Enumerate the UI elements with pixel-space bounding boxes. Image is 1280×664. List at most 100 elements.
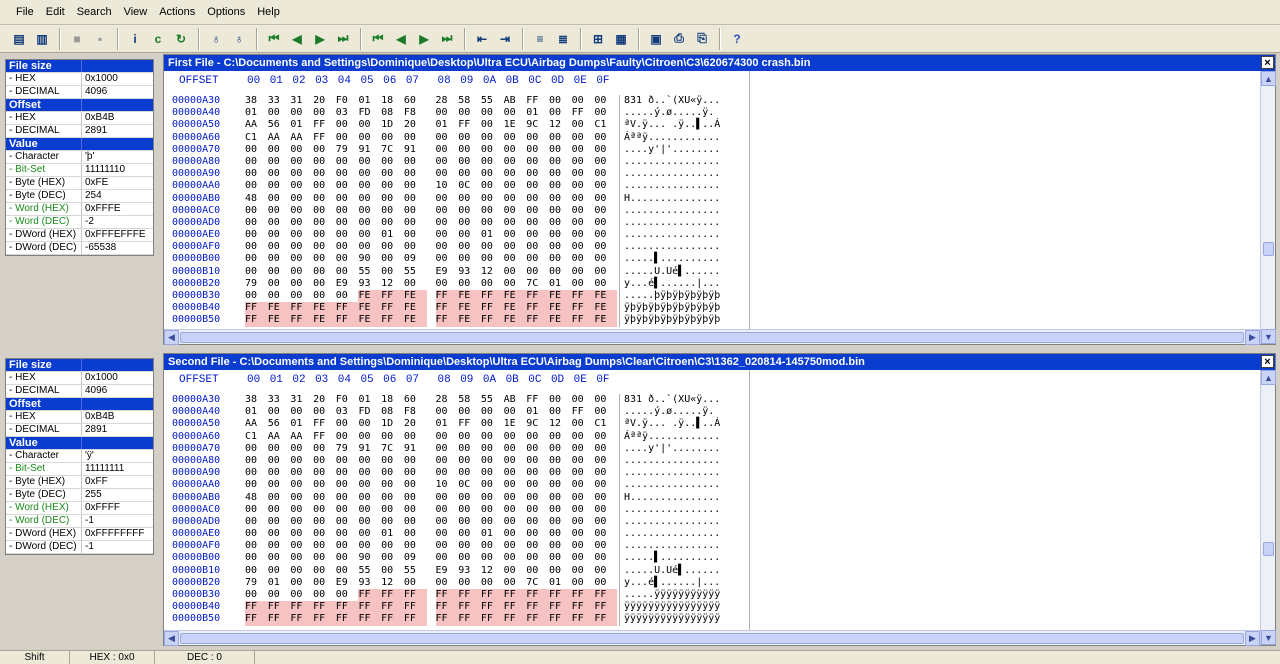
byte-cell-different[interactable]: FF: [548, 613, 572, 626]
byte-cell[interactable]: 00: [504, 492, 527, 504]
byte-cell[interactable]: 79: [245, 278, 268, 290]
open-file-icon[interactable]: ▤: [8, 28, 30, 50]
byte-cell[interactable]: 00: [549, 394, 572, 406]
byte-cell[interactable]: 10: [436, 479, 459, 491]
byte-cell[interactable]: 00: [549, 552, 572, 564]
byte-cell[interactable]: FD: [358, 406, 381, 418]
byte-cell[interactable]: 00: [436, 552, 459, 564]
byte-cell[interactable]: C1: [594, 119, 617, 131]
byte-cell[interactable]: 00: [313, 241, 336, 253]
byte-cell[interactable]: 00: [336, 193, 359, 205]
byte-cell-different[interactable]: FF: [571, 589, 595, 602]
byte-cell[interactable]: 00: [481, 168, 504, 180]
byte-cell[interactable]: FD: [358, 107, 381, 119]
byte-cell[interactable]: 00: [290, 144, 313, 156]
byte-cell[interactable]: 00: [572, 144, 595, 156]
byte-cell[interactable]: 00: [594, 229, 617, 241]
byte-cell[interactable]: FF: [313, 119, 336, 131]
byte-cell-different[interactable]: FF: [403, 601, 427, 614]
byte-cell[interactable]: 00: [336, 132, 359, 144]
byte-cell-different[interactable]: FF: [526, 613, 549, 626]
ascii-row[interactable]: ªV.ÿ... .ÿ..▌..Á: [624, 418, 750, 430]
byte-cell[interactable]: 00: [358, 455, 381, 467]
byte-cell[interactable]: AB: [504, 95, 527, 107]
byte-cell[interactable]: 00: [290, 406, 313, 418]
byte-cell[interactable]: 00: [481, 278, 504, 290]
byte-cell-different[interactable]: FF: [480, 613, 504, 626]
byte-cell[interactable]: 00: [313, 168, 336, 180]
byte-cell[interactable]: 00: [504, 217, 527, 229]
close-icon[interactable]: ×: [1261, 355, 1274, 368]
byte-cell[interactable]: 00: [358, 119, 381, 131]
byte-cell-different[interactable]: FF: [290, 601, 314, 614]
byte-cell[interactable]: 00: [572, 278, 595, 290]
byte-cell[interactable]: 00: [504, 180, 527, 192]
byte-cell[interactable]: 00: [245, 565, 268, 577]
byte-cell[interactable]: 00: [572, 95, 595, 107]
byte-cell[interactable]: 00: [290, 241, 313, 253]
byte-cell[interactable]: 1D: [381, 119, 404, 131]
ascii-row[interactable]: H...............: [624, 492, 750, 504]
byte-cell[interactable]: 00: [358, 193, 381, 205]
info-icon[interactable]: i: [124, 28, 146, 50]
byte-cell[interactable]: 00: [404, 577, 427, 589]
sync-right-icon[interactable]: ⇥: [494, 28, 516, 50]
horizontal-scroll-thumb[interactable]: [180, 332, 1244, 343]
byte-cell[interactable]: 00: [481, 132, 504, 144]
byte-cell[interactable]: 1E: [504, 418, 527, 430]
byte-cell[interactable]: 00: [290, 455, 313, 467]
ascii-row[interactable]: ................: [624, 205, 750, 217]
byte-cell-different[interactable]: FF: [335, 613, 359, 626]
byte-cell[interactable]: 00: [313, 229, 336, 241]
byte-cell[interactable]: 0C: [458, 180, 481, 192]
byte-cell-different[interactable]: FF: [458, 589, 481, 602]
byte-cell[interactable]: 00: [245, 552, 268, 564]
byte-cell[interactable]: 00: [504, 528, 527, 540]
byte-cell[interactable]: 00: [594, 492, 617, 504]
byte-cell[interactable]: 00: [336, 266, 359, 278]
byte-cell[interactable]: 00: [358, 479, 381, 491]
ascii-row[interactable]: Áªªÿ............: [624, 431, 750, 443]
byte-cell[interactable]: 28: [436, 95, 459, 107]
ascii-row[interactable]: ªV.ÿ... .ÿ..▌..Á: [624, 119, 750, 131]
byte-cell[interactable]: 00: [268, 290, 291, 302]
byte-cell[interactable]: 93: [458, 266, 481, 278]
byte-cell[interactable]: 00: [594, 504, 617, 516]
byte-cell[interactable]: 00: [526, 565, 549, 577]
byte-cell[interactable]: FF: [526, 95, 549, 107]
binoculars-icon[interactable]: ♁: [205, 28, 227, 50]
byte-cell[interactable]: 60: [404, 95, 427, 107]
byte-cell[interactable]: 00: [313, 290, 336, 302]
byte-cell[interactable]: 00: [436, 217, 459, 229]
byte-cell[interactable]: 00: [268, 266, 291, 278]
menu-file[interactable]: File: [10, 0, 40, 25]
byte-cell[interactable]: 00: [572, 455, 595, 467]
byte-cell[interactable]: 00: [358, 492, 381, 504]
byte-cell[interactable]: 90: [358, 253, 381, 265]
byte-cell[interactable]: 00: [504, 552, 527, 564]
byte-cell[interactable]: 00: [594, 528, 617, 540]
byte-cell[interactable]: 01: [481, 229, 504, 241]
byte-cell[interactable]: 00: [245, 516, 268, 528]
byte-cell[interactable]: 00: [436, 528, 459, 540]
menu-view[interactable]: View: [118, 0, 154, 25]
byte-cell-different[interactable]: FF: [571, 302, 595, 315]
ascii-row[interactable]: ................: [624, 528, 750, 540]
byte-cell-different[interactable]: FE: [358, 314, 382, 327]
byte-cell[interactable]: 00: [549, 565, 572, 577]
ascii-row[interactable]: ÿþÿþÿþÿþÿþÿþÿþÿþ: [624, 314, 750, 326]
byte-cell[interactable]: 20: [313, 95, 336, 107]
byte-cell[interactable]: 01: [245, 406, 268, 418]
byte-cell[interactable]: 00: [336, 156, 359, 168]
vertical-scrollbar[interactable]: ▲ ▼: [1260, 370, 1276, 645]
byte-cell[interactable]: 00: [481, 107, 504, 119]
byte-cell[interactable]: 00: [268, 540, 291, 552]
byte-cell[interactable]: 00: [268, 241, 291, 253]
byte-cell[interactable]: 00: [481, 467, 504, 479]
byte-cell[interactable]: 00: [436, 241, 459, 253]
byte-cell[interactable]: 00: [481, 205, 504, 217]
vertical-scroll-thumb[interactable]: [1263, 242, 1274, 256]
byte-cell[interactable]: 00: [381, 467, 404, 479]
byte-cell-different[interactable]: FE: [548, 302, 572, 315]
byte-cell[interactable]: 00: [526, 193, 549, 205]
